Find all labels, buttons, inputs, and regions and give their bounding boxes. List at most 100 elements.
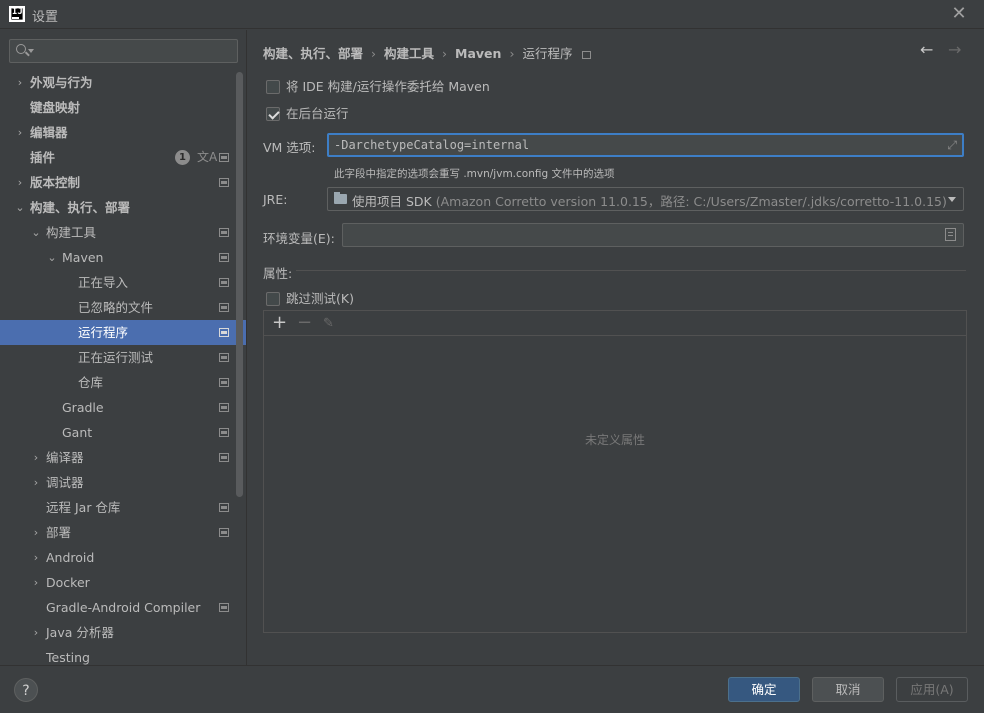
breadcrumb-current: 运行程序	[522, 46, 573, 61]
project-config-icon	[219, 303, 229, 312]
sidebar-item[interactable]: › 版本控制	[0, 170, 246, 195]
sidebar-item[interactable]: ⌄ 构建、执行、部署	[0, 195, 246, 220]
project-config-icon	[219, 453, 229, 462]
browse-env-icon[interactable]	[945, 228, 956, 241]
close-icon[interactable]: ✕	[948, 4, 970, 24]
settings-tree: › 外观与行为 键盘映射 › 编辑器 插件 1 文A › 版本控制 ⌄ 构建、执行、部署 ⌄ 构建工具 ⌄ M…	[0, 70, 246, 665]
sidebar-item[interactable]: ⌄ 构建工具	[0, 220, 246, 245]
cancel-button[interactable]: 取消	[812, 677, 884, 702]
breadcrumb-item[interactable]: Maven	[455, 46, 501, 61]
forward-arrow-icon[interactable]: →	[948, 40, 961, 59]
sidebar-item-label: 正在运行测试	[78, 350, 154, 365]
vm-options-input[interactable]: -DarchetypeCatalog=internal ⤢	[327, 133, 964, 157]
project-config-icon	[219, 228, 229, 237]
project-config-icon	[219, 378, 229, 387]
chevron-down-icon[interactable]: ⌄	[30, 220, 42, 245]
chevron-down-icon[interactable]: ⌄	[46, 245, 58, 270]
sidebar-item-label: Gradle-Android Compiler	[46, 600, 201, 615]
title-bar: IJ 设置 ✕	[0, 0, 984, 29]
sidebar-item[interactable]: ⌄ Maven	[0, 245, 246, 270]
sidebar-item[interactable]: Testing	[0, 645, 246, 665]
vm-options-value: -DarchetypeCatalog=internal	[334, 138, 530, 152]
chevron-right-icon[interactable]: ›	[30, 620, 42, 645]
settings-content: 构建、执行、部署 › 构建工具 › Maven › 运行程序 ← → 将 IDE 构建/运行…	[248, 30, 984, 665]
project-config-icon	[219, 178, 229, 187]
search-icon	[16, 44, 26, 54]
sidebar-item-label: Docker	[46, 575, 90, 590]
chevron-down-icon[interactable]	[948, 197, 956, 202]
project-config-icon	[219, 153, 229, 162]
sidebar-item[interactable]: 插件 1 文A	[0, 145, 246, 170]
jre-detail: (Amazon Corretto version 11.0.15，路径: C:/…	[435, 194, 947, 209]
translate-icon: 文A	[197, 150, 218, 164]
settings-sidebar: › 外观与行为 键盘映射 › 编辑器 插件 1 文A › 版本控制 ⌄ 构建、执行、部署 ⌄ 构建工具 ⌄ M…	[0, 30, 247, 665]
project-config-icon	[219, 528, 229, 537]
apply-button[interactable]: 应用(A)	[896, 677, 968, 702]
chevron-down-icon[interactable]: ⌄	[14, 195, 26, 220]
breadcrumb: 构建、执行、部署 › 构建工具 › Maven › 运行程序	[263, 43, 592, 62]
sidebar-item-label: 编译器	[46, 450, 84, 465]
breadcrumb-separator: ›	[509, 46, 515, 61]
env-vars-label: 环境变量(E):	[263, 231, 335, 246]
sidebar-item-label: 版本控制	[30, 175, 81, 190]
chevron-right-icon[interactable]: ›	[30, 445, 42, 470]
chevron-right-icon[interactable]: ›	[14, 120, 26, 145]
chevron-right-icon[interactable]: ›	[30, 570, 42, 595]
back-arrow-icon[interactable]: ←	[920, 40, 933, 59]
chevron-right-icon[interactable]: ›	[14, 170, 26, 195]
background-checkbox[interactable]	[266, 107, 280, 121]
sidebar-item[interactable]: › 外观与行为	[0, 70, 246, 95]
help-button[interactable]: ?	[14, 678, 38, 702]
add-icon[interactable]: +	[272, 312, 287, 334]
skip-tests-label: 跳过测试(K)	[286, 291, 354, 306]
sidebar-item[interactable]: › Docker	[0, 570, 246, 595]
sidebar-item[interactable]: 运行程序	[0, 320, 246, 345]
project-config-icon	[219, 503, 229, 512]
jre-select[interactable]: 使用项目 SDK (Amazon Corretto version 11.0.1…	[327, 187, 964, 211]
sidebar-item[interactable]: › Android	[0, 545, 246, 570]
sidebar-item[interactable]: › 调试器	[0, 470, 246, 495]
sidebar-item-label: 部署	[46, 525, 72, 540]
env-vars-input[interactable]	[342, 223, 964, 247]
sidebar-item[interactable]: › 编辑器	[0, 120, 246, 145]
empty-properties-text: 未定义属性	[584, 433, 645, 447]
chevron-right-icon[interactable]: ›	[30, 545, 42, 570]
sidebar-item-label: Gradle	[62, 400, 104, 415]
search-history-dropdown-icon[interactable]	[28, 49, 34, 53]
sidebar-item-label: 调试器	[46, 475, 84, 490]
sidebar-item[interactable]: 正在运行测试	[0, 345, 246, 370]
ok-button[interactable]: 确定	[728, 677, 800, 702]
sidebar-item[interactable]: › Java 分析器	[0, 620, 246, 645]
sidebar-item-label: 外观与行为	[30, 75, 93, 90]
sidebar-item-label: 运行程序	[78, 325, 129, 340]
settings-search[interactable]	[9, 39, 238, 63]
sidebar-item[interactable]: 远程 Jar 仓库	[0, 495, 246, 520]
sidebar-item-label: 已忽略的文件	[78, 300, 154, 315]
remove-icon[interactable]: −	[297, 312, 312, 334]
project-config-icon	[219, 328, 229, 337]
chevron-right-icon[interactable]: ›	[30, 520, 42, 545]
sidebar-item-label: 构建工具	[46, 225, 97, 240]
chevron-right-icon[interactable]: ›	[14, 70, 26, 95]
breadcrumb-item[interactable]: 构建、执行、部署	[263, 43, 363, 62]
sidebar-item[interactable]: 键盘映射	[0, 95, 246, 120]
breadcrumb-item[interactable]: 构建工具	[384, 43, 434, 62]
sidebar-item[interactable]: 仓库	[0, 370, 246, 395]
sidebar-item[interactable]: Gradle	[0, 395, 246, 420]
skip-tests-checkbox[interactable]	[266, 292, 280, 306]
sidebar-item[interactable]: › 编译器	[0, 445, 246, 470]
sidebar-item[interactable]: Gant	[0, 420, 246, 445]
breadcrumb-separator: ›	[371, 46, 377, 61]
expand-icon[interactable]: ⤢	[947, 138, 957, 153]
delegate-checkbox[interactable]	[266, 80, 280, 94]
vm-options-hint: 此字段中指定的选项会重写 .mvn/jvm.config 文件中的选项	[334, 168, 615, 180]
search-input[interactable]	[36, 42, 232, 60]
sidebar-item[interactable]: Gradle-Android Compiler	[0, 595, 246, 620]
properties-title: 属性:	[263, 266, 293, 281]
sidebar-item[interactable]: › 部署	[0, 520, 246, 545]
chevron-right-icon[interactable]: ›	[30, 470, 42, 495]
sidebar-item[interactable]: 正在导入	[0, 270, 246, 295]
sidebar-scrollbar[interactable]	[236, 72, 243, 497]
sidebar-item[interactable]: 已忽略的文件	[0, 295, 246, 320]
edit-icon[interactable]: ✎	[323, 314, 334, 334]
